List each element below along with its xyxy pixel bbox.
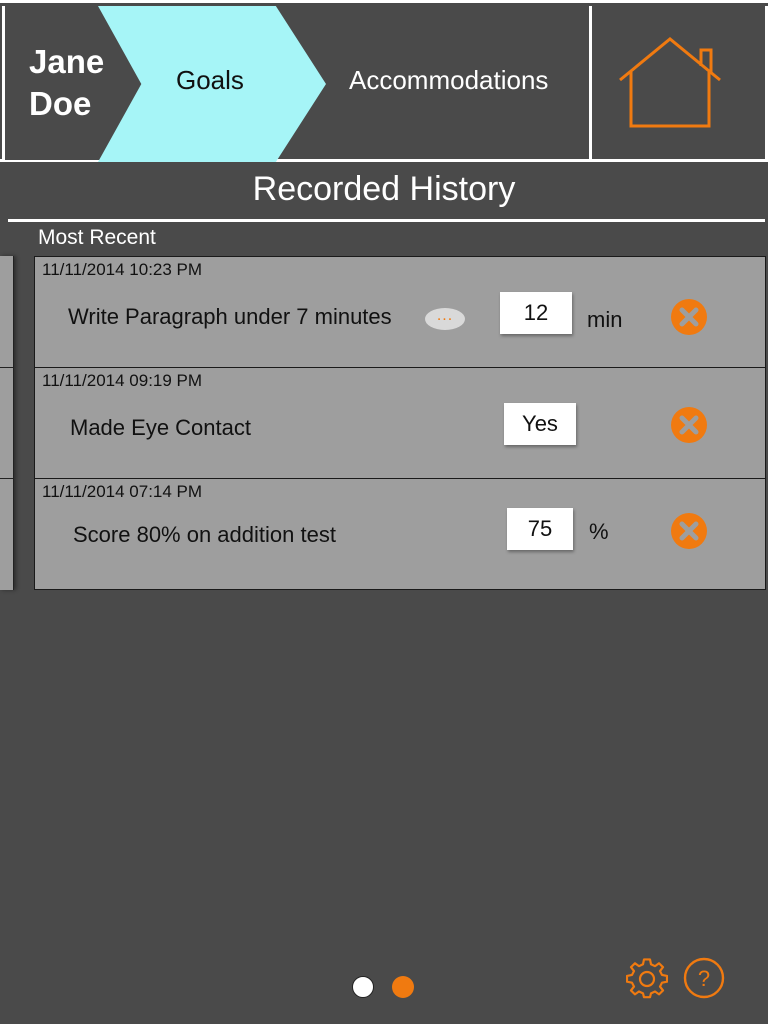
delete-entry-button[interactable]	[670, 298, 708, 336]
entry-timestamp: 11/11/2014 10:23 PM	[42, 260, 203, 279]
tab-accommodations[interactable]: Accommodations	[349, 65, 548, 96]
title-divider	[8, 219, 765, 222]
page-dot-2[interactable]	[392, 976, 414, 998]
home-button[interactable]	[600, 23, 740, 143]
gear-icon[interactable]	[626, 958, 668, 1000]
student-last-name: Doe	[29, 85, 92, 122]
more-options-button[interactable]: ...	[425, 308, 465, 330]
help-icon[interactable]: ?	[683, 957, 725, 999]
entry-timestamp: 11/11/2014 09:19 PM	[42, 371, 203, 390]
home-icon	[619, 37, 721, 128]
history-row: 11/11/2014 09:19 PM Made Eye Contact Yes	[35, 368, 765, 479]
entry-unit: %	[589, 519, 609, 544]
delete-entry-button[interactable]	[670, 512, 708, 550]
entry-value[interactable]: 12	[500, 292, 572, 334]
svg-text:?: ?	[698, 966, 710, 991]
entry-unit: min	[587, 307, 623, 332]
history-row: 11/11/2014 07:14 PM Score 80% on additio…	[35, 479, 765, 589]
entry-value[interactable]: Yes	[504, 403, 576, 445]
delete-entry-button[interactable]	[670, 406, 708, 444]
previous-page-edge[interactable]	[0, 256, 14, 590]
entry-value[interactable]: 75	[507, 508, 573, 550]
history-list: 11/11/2014 10:23 PM Write Paragraph unde…	[34, 256, 766, 590]
page-title: Recorded History	[252, 170, 516, 208]
app-header: Jane Doe Goals Accommodations	[0, 0, 768, 162]
history-row: 11/11/2014 10:23 PM Write Paragraph unde…	[35, 257, 765, 368]
entry-timestamp: 11/11/2014 07:14 PM	[42, 482, 203, 501]
page-indicator	[352, 976, 414, 998]
student-first-name: Jane	[29, 43, 105, 80]
header-divider	[589, 6, 592, 162]
page-dot-1[interactable]	[352, 976, 374, 998]
tab-goals-label: Goals	[176, 65, 244, 95]
entry-goal: Made Eye Contact	[70, 415, 251, 440]
student-name[interactable]: Jane Doe	[2, 6, 105, 160]
section-label: Most Recent	[38, 226, 156, 249]
entry-goal: Write Paragraph under 7 minutes	[68, 304, 392, 329]
entry-goal: Score 80% on addition test	[73, 522, 336, 547]
